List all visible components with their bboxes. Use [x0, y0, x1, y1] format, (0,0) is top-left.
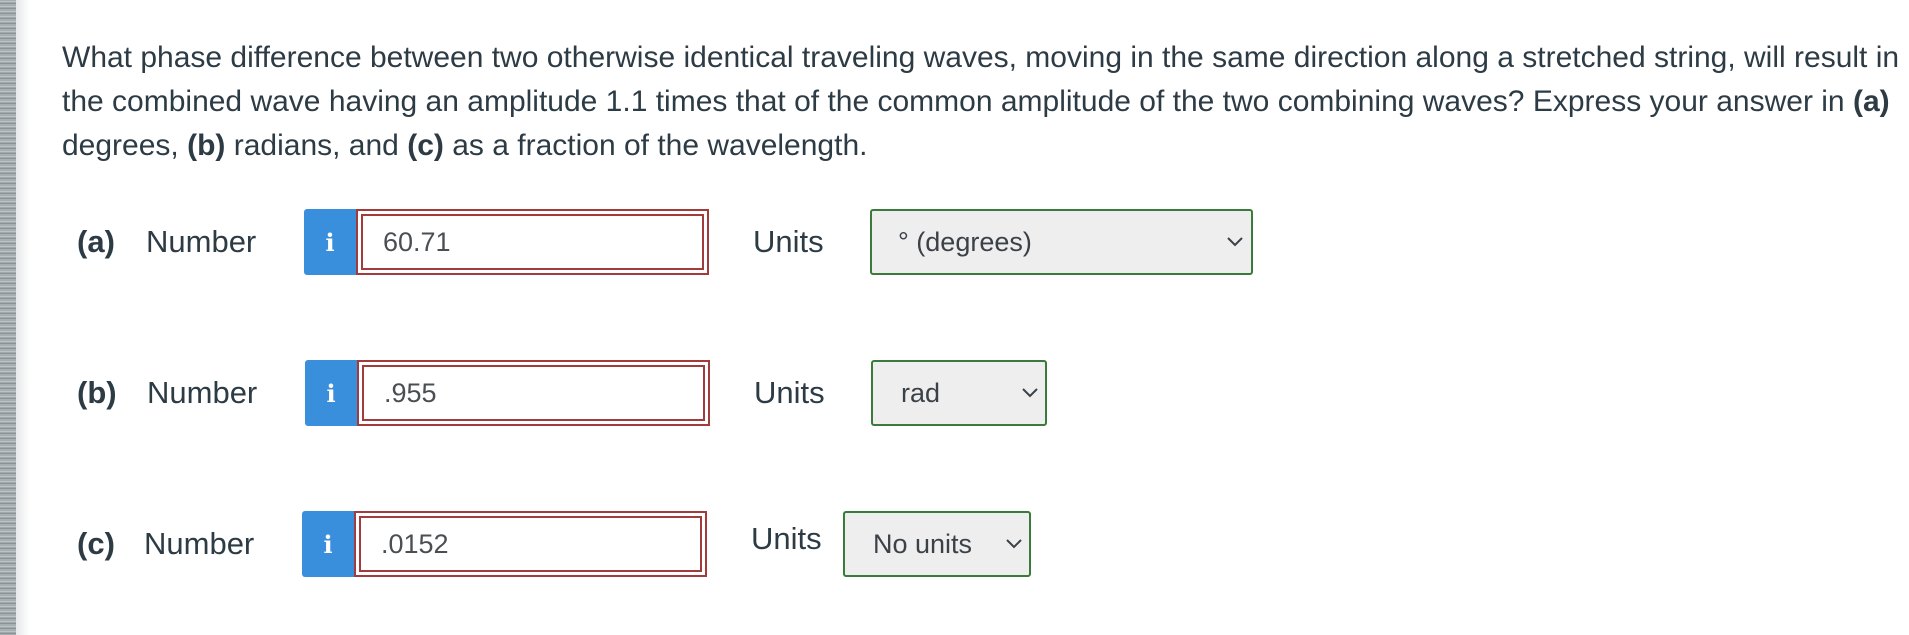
part-label-c: (c) — [77, 526, 115, 561]
part-label-b: (b) — [77, 375, 117, 410]
units-select-b[interactable]: rad — [871, 360, 1047, 426]
units-select-c-value: No units — [873, 529, 973, 559]
info-button-b[interactable]: i — [305, 360, 357, 426]
units-label-b: Units — [754, 375, 825, 410]
units-label-a: Units — [753, 224, 824, 259]
chevron-down-icon — [1006, 539, 1022, 549]
number-label-b: Number — [147, 375, 258, 410]
page-shadow — [16, 0, 30, 635]
units-select-b-value: rad — [901, 378, 941, 408]
units-select-a-value: ° (degrees) — [898, 227, 1032, 257]
chevron-down-icon — [1227, 237, 1243, 247]
info-icon: i — [326, 378, 336, 408]
info-icon: i — [325, 227, 335, 257]
chevron-down-icon — [1022, 388, 1038, 398]
number-input-a[interactable]: 60.71 — [356, 209, 709, 275]
number-input-c[interactable]: .0152 — [354, 511, 707, 577]
number-input-a-value: 60.71 — [361, 214, 704, 270]
info-button-c[interactable]: i — [302, 511, 354, 577]
units-label-c: Units — [751, 521, 822, 556]
number-input-b[interactable]: .955 — [357, 360, 710, 426]
number-label-a: Number — [146, 224, 257, 259]
number-input-c-value: .0152 — [359, 516, 702, 572]
units-select-a[interactable]: ° (degrees) — [870, 209, 1253, 275]
window-left-edge — [0, 0, 16, 635]
info-button-a[interactable]: i — [304, 209, 356, 275]
question-text: What phase difference between two otherw… — [62, 41, 1900, 162]
info-icon: i — [323, 529, 333, 559]
part-label-a: (a) — [77, 224, 115, 259]
units-select-c[interactable]: No units — [843, 511, 1031, 577]
number-label-c: Number — [144, 526, 255, 561]
number-input-b-value: .955 — [362, 365, 705, 421]
